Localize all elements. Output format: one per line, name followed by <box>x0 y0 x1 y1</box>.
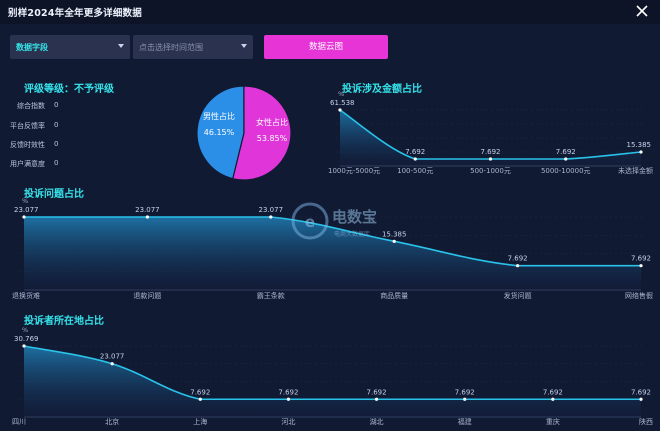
data-label: 7.692 <box>508 255 528 263</box>
data-point <box>22 344 26 348</box>
x-tick-label: 上海 <box>193 417 207 426</box>
x-tick-label: 陕西 <box>639 417 653 426</box>
x-tick-label: 四川 <box>12 418 26 426</box>
data-point <box>463 397 467 401</box>
data-label: 7.692 <box>278 388 298 396</box>
data-point <box>198 397 202 401</box>
x-tick-label: 霸王条款 <box>257 291 285 300</box>
x-tick-label: 湖北 <box>370 417 384 426</box>
data-point <box>516 264 520 268</box>
data-label: 23.077 <box>100 353 125 361</box>
data-point <box>639 150 643 154</box>
data-label: 30.769 <box>14 335 39 343</box>
data-point <box>145 215 149 219</box>
data-label: 23.077 <box>14 206 39 214</box>
data-label: 7.692 <box>631 255 651 263</box>
data-label: 7.692 <box>631 388 651 396</box>
data-label: 7.692 <box>367 388 387 396</box>
data-point <box>413 157 417 161</box>
watermark-sub-text: 电商大数据库 <box>334 230 370 238</box>
x-tick-label: 1000元-5000元 <box>328 167 380 175</box>
x-tick-label: 5000-10000元 <box>541 167 591 175</box>
x-tick-label: 商品质量 <box>380 291 408 300</box>
x-tick-label: 河北 <box>281 418 295 426</box>
watermark-mark: e <box>305 213 315 231</box>
data-label: 23.077 <box>259 206 284 214</box>
data-label: 7.692 <box>543 388 563 396</box>
data-point <box>488 157 493 161</box>
data-point <box>639 264 643 268</box>
data-point <box>639 397 643 401</box>
x-tick-label: 未选择金额 <box>618 166 653 175</box>
data-label: 7.692 <box>556 148 576 156</box>
x-tick-label: 北京 <box>105 417 119 426</box>
x-tick-label: 福建 <box>458 417 472 426</box>
data-point <box>564 157 568 161</box>
y-unit-label: % <box>22 326 28 334</box>
pie-slice-label: 46.15% <box>204 128 235 137</box>
y-unit-label: % <box>338 90 344 98</box>
data-label: 7.692 <box>190 388 210 396</box>
x-tick-label: 退款问题 <box>133 291 161 300</box>
data-label: 23.077 <box>135 206 160 214</box>
data-label: 7.692 <box>455 388 475 396</box>
data-point <box>551 397 555 401</box>
x-tick-label: 网络售假 <box>625 291 653 300</box>
x-tick-label: 退换货难 <box>12 291 40 300</box>
x-tick-label: 500-1000元 <box>470 167 511 175</box>
x-tick-label: 重庆 <box>546 417 560 426</box>
pie-slice-label: 53.85% <box>257 134 288 143</box>
data-point <box>374 397 379 401</box>
watermark-logo: e 电数宝 电商大数据库 <box>291 202 377 240</box>
pie-slice-name: 女性占比 <box>256 117 288 127</box>
data-label: 7.692 <box>405 148 425 156</box>
pie-slice-name: 男性占比 <box>203 111 235 121</box>
data-point <box>338 108 342 112</box>
data-label: 61.538 <box>330 99 355 107</box>
y-unit-label: % <box>22 197 28 205</box>
data-point <box>22 215 26 219</box>
x-tick-label: 发货问题 <box>504 291 532 300</box>
data-point <box>286 397 291 401</box>
data-label: 7.692 <box>480 148 500 156</box>
data-point <box>110 362 114 366</box>
watermark-logo-text: 电数宝 <box>332 208 377 226</box>
data-label: 15.385 <box>627 141 652 149</box>
data-point <box>269 215 273 219</box>
x-tick-label: 100-500元 <box>397 167 433 175</box>
